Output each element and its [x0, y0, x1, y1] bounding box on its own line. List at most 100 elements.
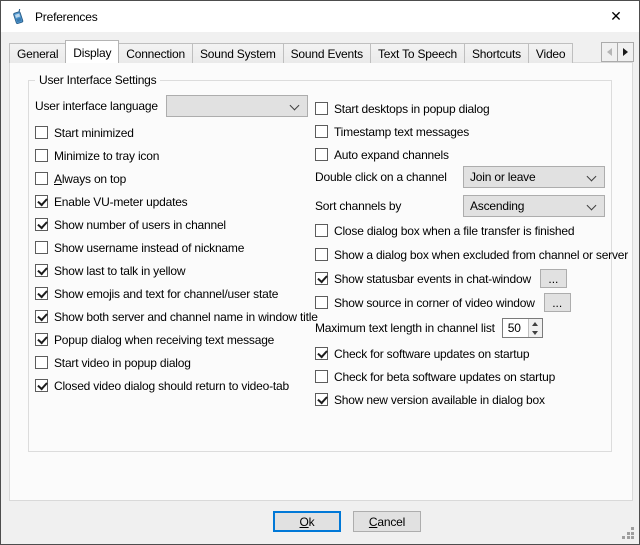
tab-scroll-left-button[interactable]: [601, 42, 618, 62]
checkbox[interactable]: [315, 125, 328, 138]
double-click-label: Double click on a channel: [315, 170, 447, 184]
checkbox[interactable]: [315, 148, 328, 161]
checkbox-label: Always on top: [54, 172, 126, 186]
tab-sound-system[interactable]: Sound System: [192, 43, 284, 63]
checkbox-row[interactable]: Start desktops in popup dialog: [315, 102, 489, 115]
checkbox[interactable]: [35, 356, 48, 369]
spin-buttons: [528, 319, 542, 337]
checkbox-row[interactable]: Close dialog box when a file transfer is…: [315, 224, 628, 237]
checkbox[interactable]: [315, 370, 328, 383]
checkbox-label: Show username instead of nickname: [54, 241, 244, 255]
max-text-length-label: Maximum text length in channel list: [315, 321, 495, 335]
spin-down-button[interactable]: [529, 328, 542, 337]
spin-up-button[interactable]: [529, 319, 542, 328]
cancel-button[interactable]: Cancel: [353, 511, 421, 532]
checkbox[interactable]: [315, 393, 328, 406]
checkbox-row[interactable]: Show statusbar events in chat-window...: [315, 272, 628, 285]
ok-button[interactable]: Ok: [273, 511, 341, 532]
checkbox-row[interactable]: Popup dialog when receiving text message: [35, 333, 318, 346]
sort-channels-combobox[interactable]: Ascending: [463, 195, 605, 217]
checkbox-row[interactable]: Show username instead of nickname: [35, 241, 318, 254]
checkbox-row[interactable]: Show number of users in channel: [35, 218, 318, 231]
chevron-down-icon: [587, 201, 597, 211]
language-combobox[interactable]: [166, 95, 308, 117]
max-text-length-spinbox[interactable]: 50: [502, 318, 543, 338]
checkbox-row[interactable]: Show source in corner of video window...: [315, 296, 628, 309]
left-arrow-icon: [607, 48, 612, 56]
tab-bar: GeneralDisplayConnectionSound SystemSoun…: [9, 40, 603, 63]
checkbox-row[interactable]: Show last to talk in yellow: [35, 264, 318, 277]
checkbox-row[interactable]: Show new version available in dialog box: [315, 393, 555, 406]
checkbox[interactable]: [35, 241, 48, 254]
checkbox[interactable]: [35, 149, 48, 162]
checkbox[interactable]: [315, 272, 328, 285]
checkbox[interactable]: [35, 126, 48, 139]
checkbox-row[interactable]: Enable VU-meter updates: [35, 195, 318, 208]
tab-display[interactable]: Display: [65, 40, 119, 63]
checkbox-row[interactable]: Minimize to tray icon: [35, 149, 318, 162]
checkbox-row[interactable]: Closed video dialog should return to vid…: [35, 379, 318, 392]
chevron-down-icon: [290, 101, 300, 111]
tab-general[interactable]: General: [9, 43, 66, 63]
checkbox-row[interactable]: Show both server and channel name in win…: [35, 310, 318, 323]
tab-shortcuts[interactable]: Shortcuts: [464, 43, 529, 63]
checkbox-row[interactable]: Show emojis and text for channel/user st…: [35, 287, 318, 300]
up-arrow-icon: [532, 322, 538, 326]
checkbox-label: Timestamp text messages: [334, 125, 469, 139]
checkbox-label: Show new version available in dialog box: [334, 393, 545, 407]
checkbox-row[interactable]: Show a dialog box when excluded from cha…: [315, 248, 628, 261]
tab-sound-events[interactable]: Sound Events: [283, 43, 371, 63]
double-click-value: Join or leave: [470, 170, 535, 184]
double-click-combobox[interactable]: Join or leave: [463, 166, 605, 188]
sort-channels-value: Ascending: [470, 199, 524, 213]
tab-video[interactable]: Video: [528, 43, 573, 63]
checkbox-row[interactable]: Timestamp text messages: [315, 125, 489, 138]
checkbox[interactable]: [315, 347, 328, 360]
checkbox[interactable]: [35, 218, 48, 231]
checkbox[interactable]: [35, 310, 48, 323]
right-arrow-icon: [623, 48, 628, 56]
checkbox[interactable]: [35, 195, 48, 208]
checkbox[interactable]: [315, 102, 328, 115]
language-label: User interface language: [35, 99, 158, 113]
close-button[interactable]: ✕: [593, 1, 639, 31]
checkbox-label: Show source in corner of video window: [334, 296, 535, 310]
checkbox-row[interactable]: Auto expand channels: [315, 148, 489, 161]
tab-text-to-speech[interactable]: Text To Speech: [370, 43, 465, 63]
checkbox-label: Enable VU-meter updates: [54, 195, 187, 209]
titlebar: Preferences ✕: [1, 1, 639, 32]
checkbox[interactable]: [35, 333, 48, 346]
checkbox-label: Popup dialog when receiving text message: [54, 333, 274, 347]
checkbox[interactable]: [315, 296, 328, 309]
checkbox-label: Show number of users in channel: [54, 218, 226, 232]
checkbox-row[interactable]: Start minimized: [35, 126, 318, 139]
checkbox[interactable]: [35, 264, 48, 277]
checkbox-label: Closed video dialog should return to vid…: [54, 379, 289, 393]
chevron-down-icon: [587, 172, 597, 182]
tab-connection[interactable]: Connection: [118, 43, 193, 63]
ellipsis-button[interactable]: ...: [540, 269, 567, 288]
checkbox-row[interactable]: Check for software updates on startup: [315, 347, 555, 360]
sort-channels-row: Sort channels by Ascending: [315, 195, 609, 217]
tab-scroll-right-button[interactable]: [617, 42, 634, 62]
checkbox-row[interactable]: Start video in popup dialog: [35, 356, 318, 369]
checkbox-label: Start desktops in popup dialog: [334, 102, 489, 116]
checkbox-row[interactable]: Check for beta software updates on start…: [315, 370, 555, 383]
checkbox-label: Show last to talk in yellow: [54, 264, 185, 278]
checkbox-label: Minimize to tray icon: [54, 149, 159, 163]
checkbox-label: Show both server and channel name in win…: [54, 310, 318, 324]
ellipsis-button[interactable]: ...: [544, 293, 571, 312]
checkbox[interactable]: [315, 248, 328, 261]
checkbox-row[interactable]: Always on top: [35, 172, 318, 185]
right-middle-checkboxes: Close dialog box when a file transfer is…: [315, 224, 628, 320]
checkbox[interactable]: [315, 224, 328, 237]
checkbox-label: Start video in popup dialog: [54, 356, 191, 370]
tab-scroll-buttons: [602, 42, 634, 62]
checkbox[interactable]: [35, 172, 48, 185]
checkbox-label: Check for beta software updates on start…: [334, 370, 555, 384]
spinbox-value: 50: [503, 319, 528, 337]
sort-channels-label: Sort channels by: [315, 199, 401, 213]
checkbox[interactable]: [35, 287, 48, 300]
resize-grip[interactable]: [622, 527, 634, 539]
checkbox[interactable]: [35, 379, 48, 392]
